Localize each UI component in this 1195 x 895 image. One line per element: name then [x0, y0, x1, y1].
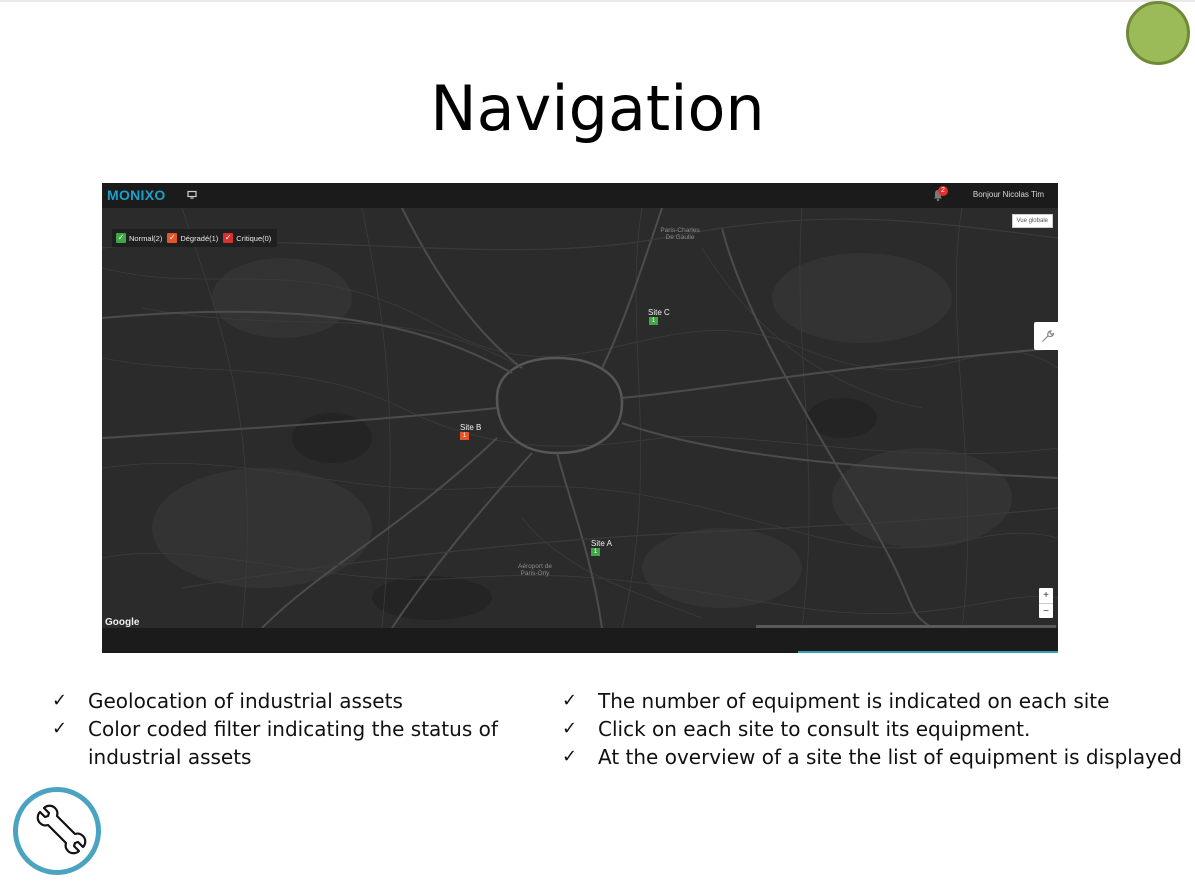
filter-critical-checkbox[interactable]: ✓ — [223, 233, 234, 243]
bullet-item: ✓ At the overview of a site the list of e… — [562, 743, 1192, 771]
wrench-icon — [1042, 330, 1055, 342]
map-view[interactable]: ✓ Normal(2) ✓ Dégradé(1) ✓ Critique(0) V… — [102, 208, 1058, 628]
check-icon: ✓ — [52, 718, 68, 739]
tools-panel-toggle[interactable] — [1034, 322, 1058, 350]
site-b-label[interactable]: Site B — [460, 423, 481, 432]
app-screenshot: MONIXO 2 Bonjour Nicolas Tim ✓ Normal(2)… — [102, 183, 1058, 653]
top-divider — [0, 0, 1195, 2]
bullet-item: ✓ Geolocation of industrial assets — [52, 687, 512, 715]
map-canvas[interactable] — [102, 208, 1058, 628]
bullet-text: The number of equipment is indicated on … — [598, 689, 1110, 713]
global-view-button[interactable]: Vue globale — [1011, 214, 1053, 228]
bullet-text: Geolocation of industrial assets — [88, 689, 403, 713]
bullet-list-right: ✓ The number of equipment is indicated on… — [562, 687, 1192, 771]
status-filter-bar: ✓ Normal(2) ✓ Dégradé(1) ✓ Critique(0) — [112, 229, 278, 247]
app-header: MONIXO 2 Bonjour Nicolas Tim — [102, 183, 1058, 208]
bullet-text: Color coded filter indicating the status… — [88, 717, 498, 769]
wrench-logo-icon — [36, 804, 87, 855]
zoom-in-button[interactable]: + — [1039, 588, 1053, 603]
site-a-label[interactable]: Site A — [591, 539, 612, 548]
filter-degraded-checkbox[interactable]: ✓ — [167, 233, 178, 243]
zoom-out-button[interactable]: − — [1039, 604, 1053, 619]
check-icon: ✓ — [562, 746, 578, 767]
site-b-marker[interactable]: 1 — [460, 432, 469, 440]
check-icon: ✓ — [562, 690, 578, 711]
decorative-green-circle — [1126, 1, 1190, 65]
company-logo — [13, 787, 101, 875]
user-greeting[interactable]: Bonjour Nicolas Tim — [973, 190, 1044, 199]
site-c-marker[interactable]: 1 — [649, 317, 658, 325]
bullet-item: ✓ The number of equipment is indicated on… — [562, 687, 1192, 715]
google-logo: Google — [105, 617, 140, 628]
zoom-control: + − — [1039, 588, 1053, 618]
brand-logo[interactable]: MONIXO — [107, 187, 166, 203]
footer-accent-line — [798, 651, 1058, 653]
bullet-item: ✓ Color coded filter indicating the statu… — [52, 715, 512, 771]
bullet-item: ✓ Click on each site to consult its equip… — [562, 715, 1192, 743]
slide-title: Navigation — [430, 72, 765, 145]
app-footer — [102, 628, 1058, 653]
check-icon: ✓ — [562, 718, 578, 739]
bullet-list-left: ✓ Geolocation of industrial assets ✓ Color… — [52, 687, 512, 771]
check-icon: ✓ — [52, 690, 68, 711]
bullet-text: Click on each site to consult its equipm… — [598, 717, 1031, 741]
site-a-marker[interactable]: 1 — [591, 548, 600, 556]
filter-normal-checkbox[interactable]: ✓ — [116, 233, 126, 243]
monitor-icon[interactable] — [187, 190, 197, 200]
site-c-label[interactable]: Site C — [648, 308, 670, 317]
filter-normal-label[interactable]: Normal(2) — [129, 234, 162, 243]
map-label-cdg: Paris-Charles De Gaulle — [660, 227, 700, 241]
map-label-orly: Aéroport de Paris-Orly — [518, 563, 552, 577]
bullet-text: At the overview of a site the list of eq… — [598, 745, 1182, 769]
filter-critical-label[interactable]: Critique(0) — [236, 234, 271, 243]
notification-badge: 2 — [938, 186, 948, 196]
filter-degraded-label[interactable]: Dégradé(1) — [180, 234, 218, 243]
